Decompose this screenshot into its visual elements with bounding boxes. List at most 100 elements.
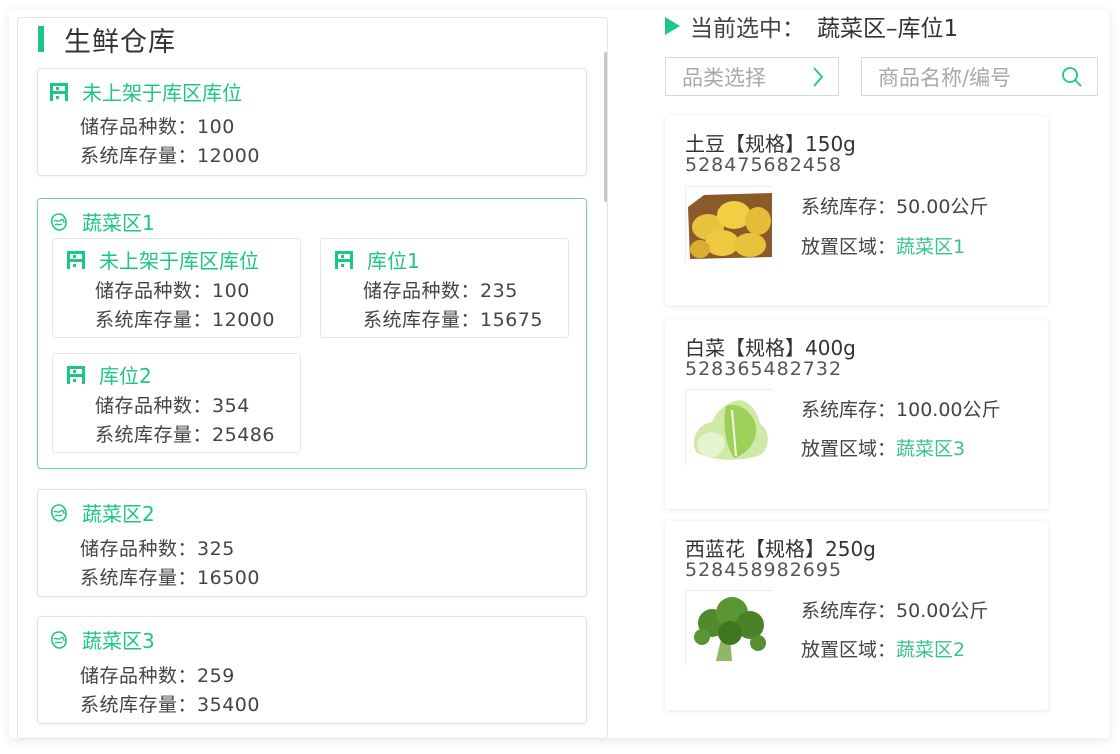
product-area: 放置区域：蔬菜区1 (801, 232, 965, 259)
stock-value: 15675 (480, 309, 543, 331)
unshelved-species: 储存品种数：100 (80, 112, 235, 139)
species-label: 储存品种数： (95, 395, 213, 417)
location-stock: 系统库存量：15675 (363, 305, 543, 332)
product-stock: 系统库存：100.00公斤 (801, 395, 1001, 422)
species-label: 储存品种数： (80, 538, 198, 560)
product-stock: 系统库存：50.00公斤 (801, 596, 988, 623)
product-code: 528458982695 (685, 559, 843, 581)
stock-value: 100.00公斤 (896, 399, 1001, 421)
product-image-cabbage (685, 389, 774, 466)
product-image-potato (685, 186, 774, 263)
location-name: 库位2 (99, 364, 152, 388)
warehouse-title: 生鲜仓库 (64, 26, 176, 58)
title-accent-bar (38, 26, 44, 52)
product-code: 528475682458 (685, 154, 843, 176)
location-species: 储存品种数：235 (363, 276, 518, 303)
area-label: 放置区域： (801, 639, 897, 661)
area-value[interactable]: 蔬菜区3 (896, 438, 965, 460)
area-label: 放置区域： (801, 438, 897, 460)
stock-label: 系统库存： (801, 600, 897, 622)
stock-label: 系统库存量： (80, 145, 198, 167)
unshelved-stock: 系统库存量：12000 (80, 141, 260, 168)
vegetable-icon (50, 630, 67, 649)
product-name: 西蓝花【规格】250g (685, 537, 876, 561)
product-name: 土豆【规格】150g (685, 132, 856, 156)
stock-value: 12000 (197, 145, 260, 167)
unshelved-card[interactable]: 未上架于库区库位 储存品种数：100 系统库存量：12000 (37, 68, 587, 176)
zone-2-species: 储存品种数：325 (80, 534, 235, 561)
product-card[interactable]: 西蓝花【规格】250g 528458982695 系统库存：50.00公斤 放置… (665, 521, 1048, 710)
zone-card-1[interactable]: 蔬菜区1 未上架于库区库位 储存品种数：100 系统库存量：12000 库位1 … (37, 198, 587, 469)
area-label: 放置区域： (801, 236, 897, 258)
stock-value: 50.00公斤 (896, 196, 989, 218)
location-card-unshelved[interactable]: 未上架于库区库位 储存品种数：100 系统库存量：12000 (52, 238, 301, 338)
shelf-icon (335, 250, 353, 269)
location-stock: 系统库存量：25486 (95, 420, 275, 447)
zone-3-species: 储存品种数：259 (80, 661, 235, 688)
chevron-right-icon (813, 66, 824, 87)
product-image-broccoli (685, 590, 774, 667)
location-header: 未上架于库区库位 (65, 245, 259, 274)
location-card-2[interactable]: 库位2 储存品种数：354 系统库存量：25486 (52, 353, 301, 453)
category-select[interactable]: 品类选择 (665, 57, 839, 96)
product-card[interactable]: 白菜【规格】400g 528365482732 系统库存：100.00公斤 放置… (665, 320, 1048, 509)
search-placeholder: 商品名称/编号 (878, 65, 1012, 90)
location-stock: 系统库存量：12000 (95, 305, 275, 332)
zone-1-name: 蔬菜区1 (82, 211, 155, 235)
zone-3-stock: 系统库存量：35400 (80, 690, 260, 717)
location-name: 未上架于库区库位 (99, 249, 259, 273)
product-card[interactable]: 土豆【规格】150g 528475682458 系统库存：50.00公斤 放置区… (665, 116, 1048, 305)
zone-card-3[interactable]: 蔬菜区3 储存品种数：259 系统库存量：35400 (37, 616, 587, 724)
zone-card-2[interactable]: 蔬菜区2 储存品种数：325 系统库存量：16500 (37, 489, 587, 597)
location-name: 库位1 (367, 249, 420, 273)
product-stock: 系统库存：50.00公斤 (801, 192, 988, 219)
location-header: 库位1 (333, 245, 420, 274)
species-label: 储存品种数： (363, 280, 481, 302)
species-label: 储存品种数： (80, 116, 198, 138)
vegetable-icon (50, 503, 67, 522)
search-icon[interactable] (1061, 66, 1083, 88)
zone-3-name: 蔬菜区3 (82, 629, 155, 653)
play-triangle-icon (665, 17, 680, 35)
product-area: 放置区域：蔬菜区3 (801, 434, 965, 461)
area-value[interactable]: 蔬菜区2 (896, 639, 965, 661)
species-value: 354 (212, 395, 250, 417)
current-value: 蔬菜区–库位1 (817, 16, 959, 42)
species-label: 储存品种数： (80, 665, 198, 687)
area-value[interactable]: 蔬菜区1 (896, 236, 965, 258)
zone-3-header: 蔬菜区3 (48, 625, 155, 654)
product-area: 放置区域：蔬菜区2 (801, 635, 965, 662)
zone-2-name: 蔬菜区2 (82, 502, 155, 526)
zone-2-header: 蔬菜区2 (48, 498, 155, 527)
scrollbar-thumb[interactable] (604, 52, 607, 202)
product-name: 白菜【规格】400g (685, 336, 856, 360)
location-card-1[interactable]: 库位1 储存品种数：235 系统库存量：15675 (320, 238, 569, 338)
location-species: 储存品种数：100 (95, 276, 250, 303)
location-species: 储存品种数：354 (95, 391, 250, 418)
stock-label: 系统库存量： (95, 309, 213, 331)
species-value: 100 (197, 116, 235, 138)
zone-2-stock: 系统库存量：16500 (80, 563, 260, 590)
species-value: 235 (480, 280, 518, 302)
product-code: 528365482732 (685, 358, 843, 380)
zone-1-header: 蔬菜区1 (48, 207, 155, 236)
stock-value: 50.00公斤 (896, 600, 989, 622)
current-label: 当前选中： (690, 16, 805, 42)
shelf-icon (67, 365, 85, 384)
stock-label: 系统库存： (801, 196, 897, 218)
scrollbar[interactable] (604, 48, 607, 738)
stock-label: 系统库存： (801, 399, 897, 421)
warehouse-header: 生鲜仓库 (38, 24, 176, 58)
unshelved-label: 未上架于库区库位 (82, 81, 242, 105)
stock-label: 系统库存量： (363, 309, 481, 331)
shelf-icon (67, 250, 85, 269)
stock-value: 16500 (197, 567, 260, 589)
stock-value: 25486 (212, 424, 275, 446)
stock-label: 系统库存量： (80, 567, 198, 589)
search-input[interactable]: 商品名称/编号 (861, 57, 1098, 96)
stock-value: 35400 (197, 694, 260, 716)
current-selection: 当前选中： 蔬菜区–库位1 (665, 10, 958, 42)
warehouse-panel: 生鲜仓库 未上架于库区库位 储存品种数：100 系统库存量：12000 蔬菜区1… (17, 17, 608, 739)
shelf-icon (50, 82, 68, 101)
species-value: 325 (197, 538, 235, 560)
